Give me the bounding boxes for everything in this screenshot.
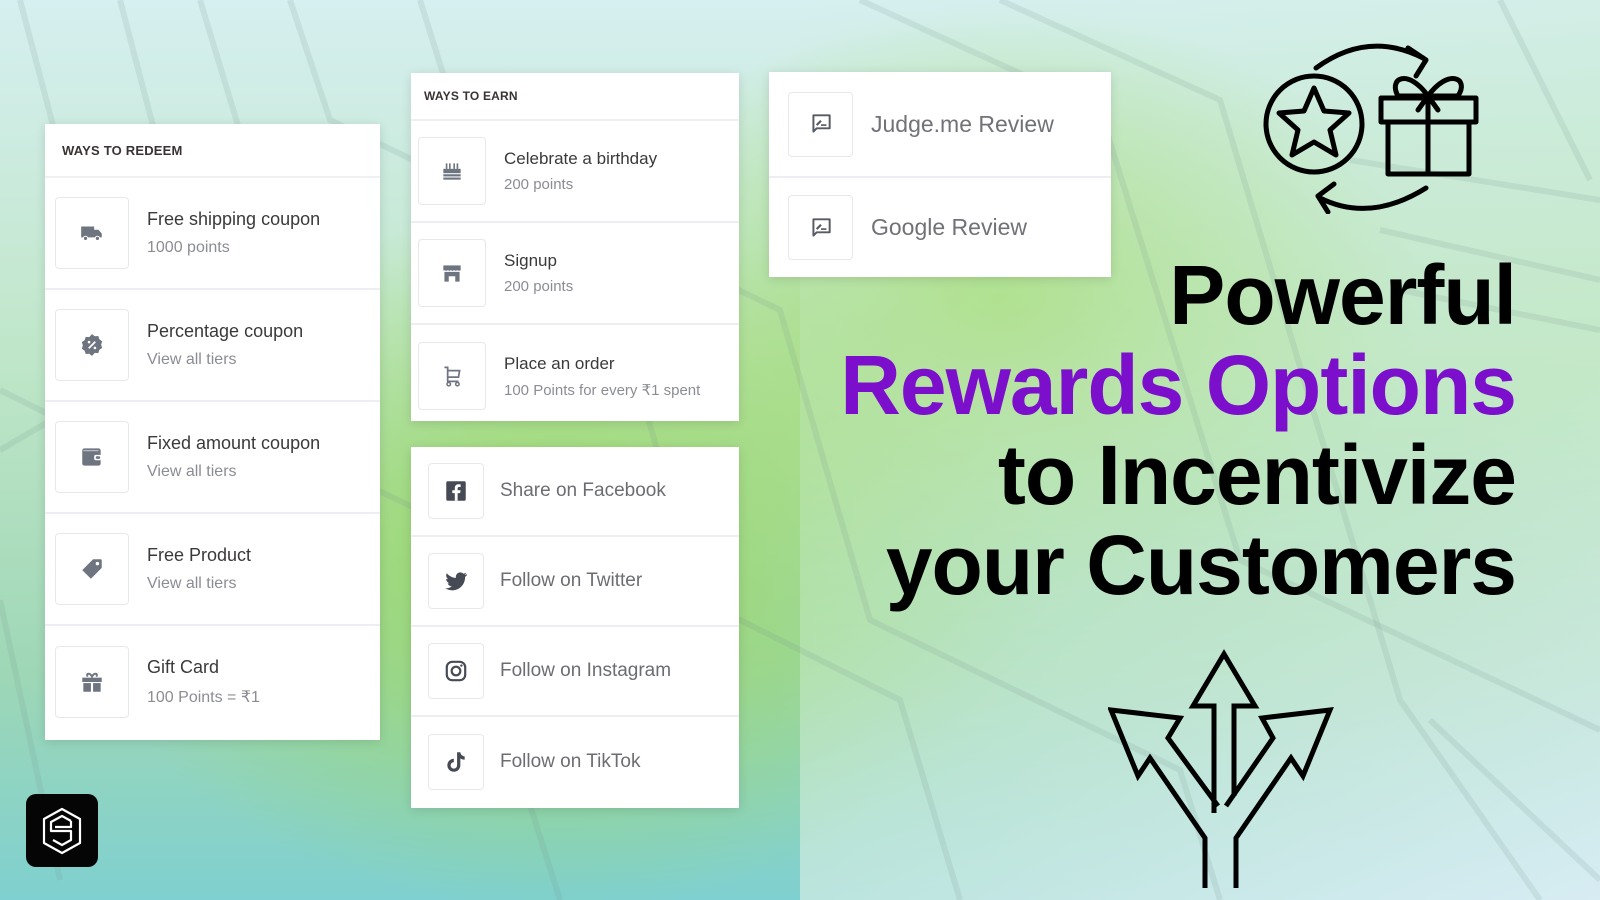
tiktok-icon xyxy=(447,752,465,772)
percent-badge-icon xyxy=(81,334,103,356)
earn-item-signup[interactable]: Signup 200 points xyxy=(411,223,739,325)
item-title: Percentage coupon xyxy=(147,321,304,341)
truck-icon xyxy=(81,226,102,242)
redeem-item-free-shipping[interactable]: Free shipping coupon 1000 points xyxy=(45,178,380,290)
item-subtitle: View all tiers xyxy=(147,463,237,480)
item-label: Judge.me Review xyxy=(871,110,1054,137)
item-title: Free Product xyxy=(147,545,252,565)
earn-item-birthday[interactable]: Celebrate a birthday 200 points xyxy=(411,121,739,223)
ways-to-redeem-card: WAYS TO REDEEM Free shipping coupon 1000… xyxy=(45,124,380,740)
item-label: Share on Facebook xyxy=(500,480,666,501)
headline: Powerful Rewards Options to Incentivize … xyxy=(840,248,1517,612)
redeem-item-gift-card[interactable]: Gift Card 100 Points = ₹1 xyxy=(45,626,380,738)
item-subtitle: 200 points xyxy=(504,278,574,295)
item-subtitle: View all tiers xyxy=(147,351,237,368)
item-label: Google Review xyxy=(871,214,1027,240)
item-subtitle: View all tiers xyxy=(147,575,237,592)
item-subtitle: 100 Points for every ₹1 spent xyxy=(504,381,701,399)
logo-mark-icon xyxy=(42,807,82,854)
item-title: Free shipping coupon xyxy=(147,209,321,229)
gift-icon xyxy=(82,672,102,692)
item-title: Celebrate a birthday xyxy=(504,149,658,168)
social-item-twitter[interactable]: Follow on Twitter xyxy=(411,537,739,627)
social-actions-card: Share on Facebook Follow on Twitter Foll… xyxy=(411,447,739,808)
brand-logo xyxy=(26,794,98,867)
redeem-item-free-product[interactable]: Free Product View all tiers xyxy=(45,514,380,626)
reviews-card: Judge.me Review Google Review xyxy=(769,72,1111,277)
item-title: Place an order xyxy=(504,353,615,373)
headline-line-2-accent: Rewards Options xyxy=(840,338,1517,432)
headline-line-1: Powerful xyxy=(1169,248,1517,342)
redeem-item-fixed-amount[interactable]: Fixed amount coupon View all tiers xyxy=(45,402,380,514)
twitter-icon xyxy=(445,572,468,591)
item-subtitle: 200 points xyxy=(504,176,574,193)
tag-icon xyxy=(82,559,102,579)
social-item-instagram[interactable]: Follow on Instagram xyxy=(411,627,739,717)
headline-line-3: to Incentivize xyxy=(997,428,1517,522)
item-label: Follow on TikTok xyxy=(500,751,641,772)
cart-icon xyxy=(444,366,461,387)
rewards-exchange-icon xyxy=(1263,43,1479,214)
three-way-arrows-icon xyxy=(1108,649,1334,888)
facebook-icon xyxy=(446,481,466,501)
headline-line-4: your Customers xyxy=(885,518,1517,612)
review-icon xyxy=(811,114,831,133)
ways-to-earn-card: WAYS TO EARN Celebrate a birthday 200 po… xyxy=(411,73,739,421)
item-label: Follow on Instagram xyxy=(500,660,672,681)
store-icon xyxy=(443,265,461,282)
item-title: Gift Card xyxy=(147,657,220,677)
item-label: Follow on Twitter xyxy=(500,570,643,591)
review-icon xyxy=(811,217,831,237)
redeem-header: WAYS TO REDEEM xyxy=(45,124,380,178)
item-subtitle: 1000 points xyxy=(147,239,230,256)
item-title: Fixed amount coupon xyxy=(147,433,321,453)
birthday-cake-icon xyxy=(443,163,461,180)
item-subtitle: 100 Points = ₹1 xyxy=(147,689,260,706)
earn-header: WAYS TO EARN xyxy=(411,73,739,121)
redeem-item-percentage[interactable]: Percentage coupon View all tiers xyxy=(45,290,380,402)
social-item-facebook[interactable]: Share on Facebook xyxy=(411,447,739,537)
instagram-icon xyxy=(445,660,467,682)
review-item-judgeme[interactable]: Judge.me Review xyxy=(769,72,1111,178)
social-item-tiktok[interactable]: Follow on TikTok xyxy=(411,717,739,807)
item-title: Signup xyxy=(504,251,557,270)
earn-item-place-order[interactable]: Place an order 100 Points for every ₹1 s… xyxy=(411,325,739,427)
wallet-icon xyxy=(82,448,102,466)
